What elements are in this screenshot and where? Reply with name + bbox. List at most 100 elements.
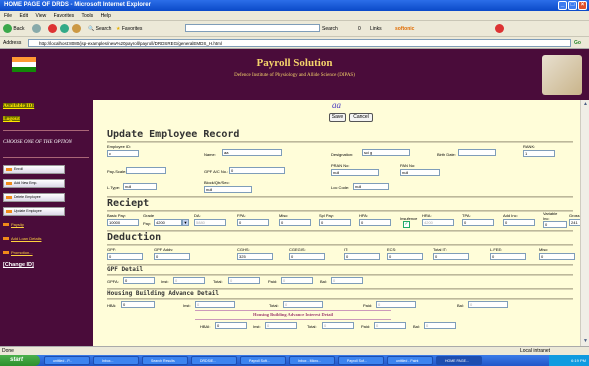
- hba-input[interactable]: 0: [121, 301, 155, 308]
- tpa-input[interactable]: 0: [462, 219, 494, 226]
- misc-input[interactable]: 0: [279, 219, 311, 226]
- delete-employee-button[interactable]: Delete Employee: [3, 193, 65, 202]
- ecs-input[interactable]: 0: [387, 253, 423, 260]
- insufence-checkbox[interactable]: ✓: [403, 221, 410, 228]
- total-it-input[interactable]: 0: [433, 253, 469, 260]
- menu-tools[interactable]: Tools: [81, 13, 93, 19]
- stop-button[interactable]: [48, 24, 57, 34]
- add-new-emp-button[interactable]: Add New Emp.: [3, 179, 65, 188]
- cgegis-input[interactable]: 0: [289, 253, 325, 260]
- links-label[interactable]: Links: [370, 24, 382, 34]
- softonic-logo[interactable]: softonic: [395, 24, 414, 34]
- payslip-link[interactable]: Payslip: [3, 222, 24, 227]
- back-button[interactable]: Back: [3, 24, 25, 34]
- employee-id-input[interactable]: c: [107, 150, 139, 157]
- close-button[interactable]: ×: [578, 1, 587, 10]
- hba-bal-input[interactable]: 0: [468, 301, 508, 308]
- favorites-button[interactable]: ★ Favorites: [116, 24, 142, 34]
- page-dropdown-icon[interactable]: [495, 24, 504, 34]
- menu-edit[interactable]: Edit: [19, 13, 28, 19]
- hra-input[interactable]: 4200: [422, 219, 454, 226]
- task-item[interactable]: Inbox - Micro...: [289, 356, 335, 365]
- gpf-addv-input[interactable]: 0: [154, 253, 190, 260]
- gpf-paid-input[interactable]: 0: [281, 277, 313, 284]
- deduction-misc-input[interactable]: 0: [539, 253, 575, 260]
- hbai-inst-input[interactable]: 0: [265, 322, 297, 329]
- pan-input[interactable]: null: [400, 169, 440, 176]
- hba-inst-input[interactable]: 0: [195, 301, 235, 308]
- loc-code-input[interactable]: null: [353, 183, 389, 190]
- hbai-input[interactable]: 0: [215, 322, 247, 329]
- da-input[interactable]: 5880: [194, 219, 226, 226]
- gpf-inst-input[interactable]: 0: [173, 277, 205, 284]
- enroll-button[interactable]: Enroll: [3, 165, 65, 174]
- menu-favorites[interactable]: Favorites: [54, 13, 75, 19]
- task-item[interactable]: DRDSIE...: [191, 356, 237, 365]
- start-button[interactable]: start: [0, 355, 40, 366]
- variable-inc-input[interactable]: 0: [543, 221, 567, 228]
- address-input[interactable]: http://localhost:8080/jsp-examples/new%2…: [28, 39, 571, 47]
- task-item[interactable]: untitled - P...: [44, 356, 90, 365]
- maximize-button[interactable]: □: [568, 1, 577, 10]
- gpf-total-input[interactable]: 0: [228, 277, 260, 284]
- block-qtr-input[interactable]: null: [204, 186, 252, 193]
- toolbar-search-button[interactable]: Search: [322, 24, 338, 34]
- cancel-button[interactable]: Cancel: [349, 113, 373, 122]
- l-type-input[interactable]: null: [123, 183, 157, 190]
- task-item[interactable]: Payroll Sof...: [338, 356, 384, 365]
- gross-input[interactable]: 241: [569, 219, 580, 226]
- l-fee-input[interactable]: 0: [490, 253, 526, 260]
- hpa-input[interactable]: 0: [359, 219, 391, 226]
- go-button[interactable]: Go: [574, 37, 581, 49]
- spl-pay-input[interactable]: 0: [319, 219, 351, 226]
- hbai-bal-label: Bal:: [413, 324, 420, 329]
- menu-file[interactable]: File: [4, 13, 12, 19]
- search-button[interactable]: 🔍 Search: [88, 24, 111, 34]
- hbai-paid-input[interactable]: 0: [374, 322, 406, 329]
- task-item[interactable]: untitled - Paint: [387, 356, 433, 365]
- hba-total-input[interactable]: 0: [283, 301, 323, 308]
- gpf-ac-input[interactable]: 0: [229, 167, 285, 174]
- cghs-input[interactable]: 325: [237, 253, 273, 260]
- pran-input[interactable]: null: [331, 169, 379, 176]
- birth-date-input[interactable]: [458, 149, 496, 156]
- hba-paid-input[interactable]: 0: [376, 301, 416, 308]
- grade-pay-select[interactable]: 4200: [154, 219, 182, 226]
- available-id-label: Available ID:: [3, 103, 35, 109]
- promotion-link[interactable]: Promotion...: [3, 250, 33, 255]
- save-button[interactable]: Save: [329, 113, 346, 122]
- add-inc-input[interactable]: 0: [503, 219, 535, 226]
- designation-input[interactable]: sci g: [362, 149, 410, 156]
- it-input[interactable]: 0: [344, 253, 380, 260]
- pay-scale-label: Pay-Scale:: [107, 169, 127, 174]
- minimize-button[interactable]: _: [558, 1, 567, 10]
- forward-button[interactable]: [32, 24, 41, 34]
- menu-help[interactable]: Help: [101, 13, 111, 19]
- gpf-bal-input[interactable]: 0: [331, 277, 363, 284]
- pay-scale-input[interactable]: [126, 167, 166, 174]
- update-employee-button[interactable]: Update Employee: [3, 207, 65, 216]
- basic-pay-input[interactable]: 10000: [107, 219, 139, 226]
- menu-view[interactable]: View: [35, 13, 46, 19]
- task-item-active[interactable]: HOME PAGE...: [436, 356, 482, 365]
- home-button[interactable]: [72, 24, 81, 34]
- change-id-link[interactable]: [Change ID]: [3, 262, 34, 268]
- rank-input[interactable]: 1: [523, 150, 555, 157]
- refresh-button[interactable]: [60, 24, 69, 34]
- hbai-bal-input[interactable]: 0: [424, 322, 456, 329]
- task-item[interactable]: Payroll Soft...: [240, 356, 286, 365]
- fpa-input[interactable]: 0: [237, 219, 269, 226]
- logout-link[interactable]: Logout: [3, 116, 20, 122]
- toolbar-search-field[interactable]: [185, 24, 320, 34]
- task-item[interactable]: Inbox...: [93, 356, 139, 365]
- scroll-up-icon[interactable]: ▲: [582, 101, 589, 108]
- gpfa-input[interactable]: 0: [123, 277, 155, 284]
- hbai-total-input[interactable]: 0: [322, 322, 354, 329]
- name-input[interactable]: aa: [222, 149, 282, 156]
- task-item[interactable]: Search Results: [142, 356, 188, 365]
- add-loan-details-link[interactable]: Add Loan Details: [3, 236, 41, 241]
- vertical-scrollbar[interactable]: ▲ ▼: [580, 100, 589, 346]
- gpf-input[interactable]: 0: [107, 253, 143, 260]
- grade-dropdown-icon[interactable]: ▼: [182, 219, 189, 226]
- scroll-down-icon[interactable]: ▼: [582, 338, 589, 345]
